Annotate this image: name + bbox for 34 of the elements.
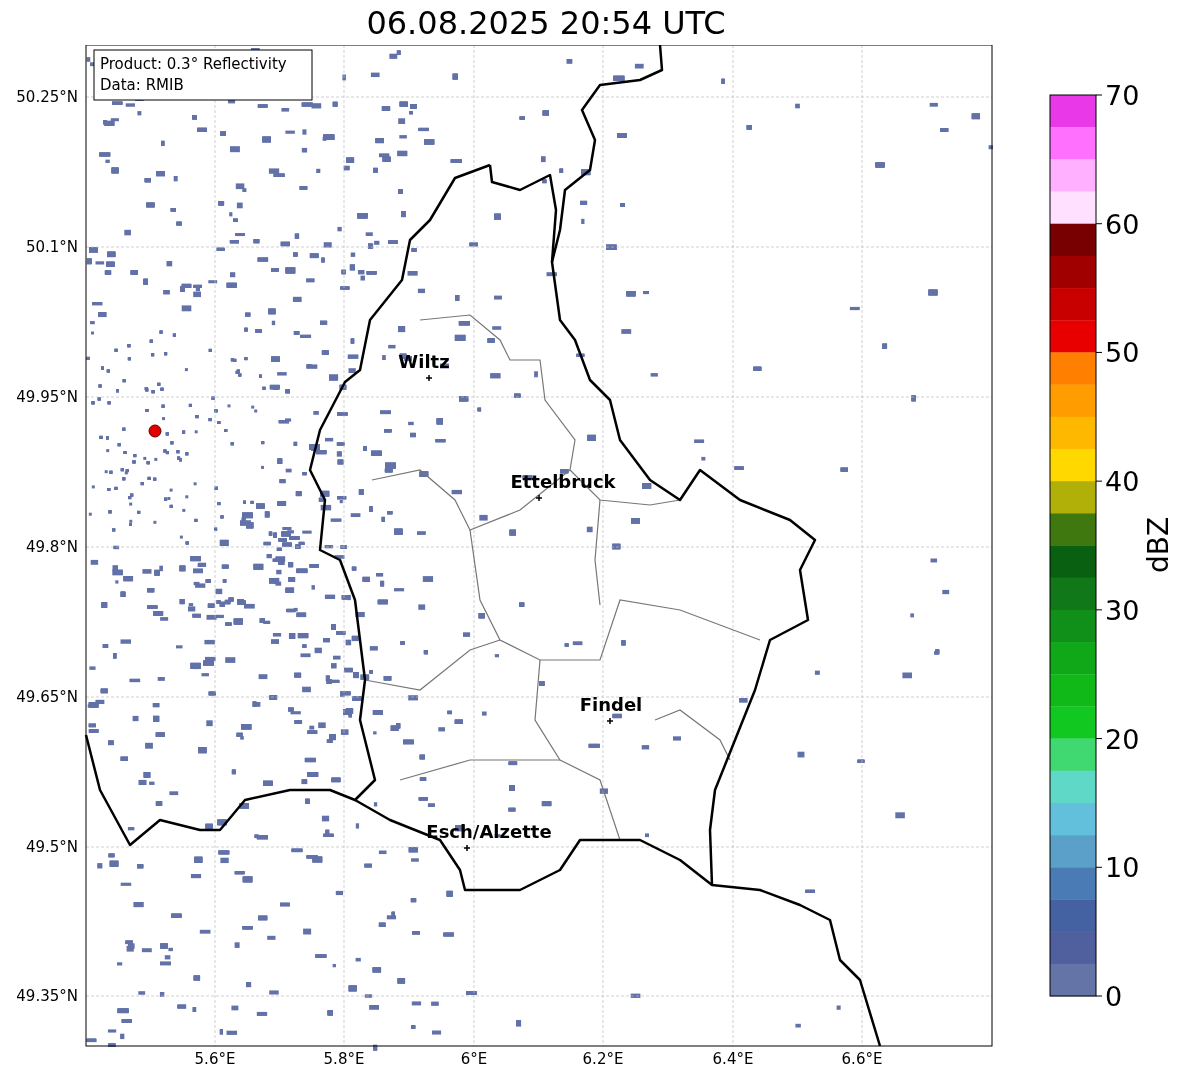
axis-tick-label: 50.25°N xyxy=(16,88,78,106)
plus-marker-icon xyxy=(606,717,614,725)
axis-tick-label: 6.2°E xyxy=(582,1050,624,1068)
colorbar-tick-label: 30 xyxy=(1105,594,1140,626)
city-label: Wiltz xyxy=(398,351,450,372)
chart-title: 06.08.2025 20:54 UTC xyxy=(366,6,726,39)
axis-tick-label: 6.4°E xyxy=(712,1050,754,1068)
radar-site-marker xyxy=(148,424,162,438)
axis-tick-label: 5.8°E xyxy=(323,1050,365,1068)
axis-tick-label: 49.95°N xyxy=(16,388,78,406)
axis-tick-label: 6°E xyxy=(460,1050,488,1068)
axis-tick-label: 49.8°N xyxy=(25,538,78,556)
plus-marker-icon xyxy=(535,494,543,502)
axis-tick-label: 5.6°E xyxy=(194,1050,236,1068)
axis-tick-label: 50.1°N xyxy=(25,238,78,256)
colorbar-tick-label: 20 xyxy=(1105,723,1140,755)
plus-marker-icon xyxy=(463,844,471,852)
colorbar-label: dBZ xyxy=(1142,516,1175,574)
axis-tick-label: 6.6°E xyxy=(841,1050,883,1068)
city-label: Findel xyxy=(579,694,643,715)
colorbar-tick-label: 60 xyxy=(1105,208,1140,240)
city-label: Ettelbruck xyxy=(510,471,616,492)
axis-tick-label: 49.35°N xyxy=(16,987,78,1005)
axis-tick-label: 49.65°N xyxy=(16,688,78,706)
colorbar-tick-label: 50 xyxy=(1105,337,1140,369)
legend-text: Data: RMIB xyxy=(100,76,184,94)
legend-text: Product: 0.3° Reflectivity xyxy=(100,55,287,73)
colorbar-tick-label: 70 xyxy=(1105,80,1140,111)
axis-tick-label: 49.5°N xyxy=(25,838,78,856)
city-label: Esch/Alzette xyxy=(426,821,552,842)
colorbar-tick-label: 10 xyxy=(1105,852,1140,884)
plus-marker-icon xyxy=(425,374,433,382)
colorbar-tick-label: 0 xyxy=(1105,981,1123,1012)
colorbar-tick-label: 40 xyxy=(1105,466,1140,498)
